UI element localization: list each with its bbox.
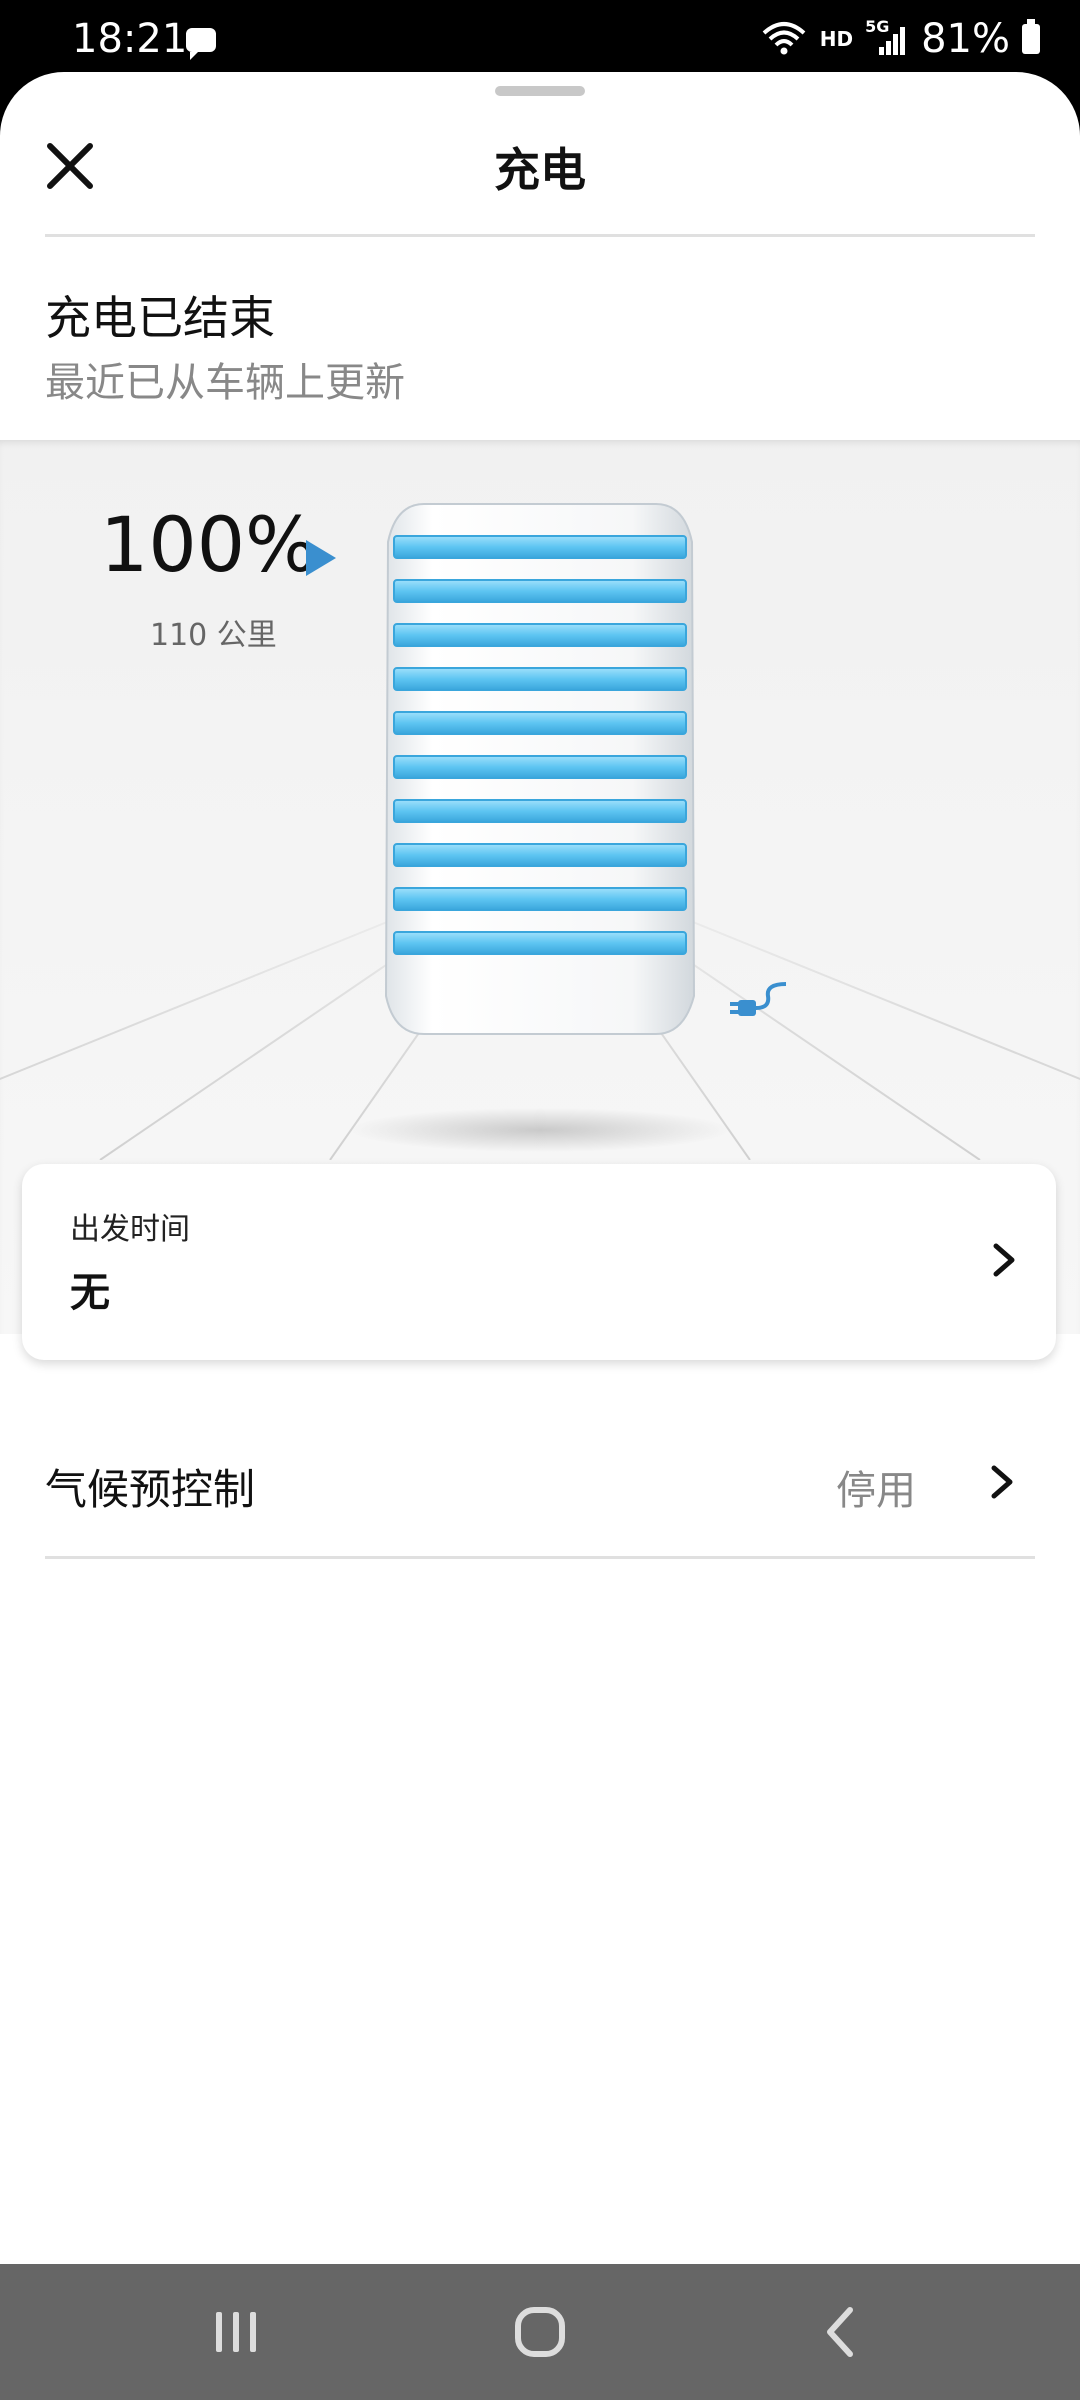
battery-level-bar xyxy=(393,667,687,691)
plug-connected-icon xyxy=(730,982,787,1016)
departure-time-label: 出发时间 xyxy=(70,1212,190,1247)
battery-level-bar xyxy=(393,755,687,779)
back-icon[interactable] xyxy=(812,2302,872,2362)
page-title: 充电 xyxy=(494,143,586,197)
remaining-range: 110 公里 xyxy=(150,618,277,653)
battery-level-bar xyxy=(393,931,687,955)
message-notification-icon xyxy=(186,28,216,60)
wifi-icon xyxy=(762,22,806,55)
charging-status-title: 充电已结束 xyxy=(45,291,275,345)
battery-level-bar xyxy=(393,535,687,559)
battery-level-bar xyxy=(393,843,687,867)
departure-time-card[interactable]: 出发时间 无 xyxy=(22,1164,1056,1360)
battery-level-bar xyxy=(393,799,687,823)
chevron-right-icon xyxy=(991,1465,1013,1499)
battery-level-bar xyxy=(393,887,687,911)
status-indicators: HD 5G 81% xyxy=(760,14,1040,64)
sheet-grabber-handle[interactable] xyxy=(495,86,585,96)
charge-percentage: 100% xyxy=(100,500,318,589)
hd-voice-indicator: HD xyxy=(819,27,854,51)
recent-apps-icon[interactable] xyxy=(206,2302,266,2362)
battery-percent: 81% xyxy=(921,16,1010,62)
signal-bars-icon xyxy=(879,27,906,55)
battery-graphic xyxy=(384,503,696,1035)
climate-preconditioning-label: 气候预控制 xyxy=(45,1465,256,1514)
climate-row-divider xyxy=(45,1556,1035,1559)
battery-level-bar xyxy=(393,711,687,735)
status-time: 18:21 xyxy=(72,16,188,62)
system-navigation-bar xyxy=(0,2264,1080,2400)
cell-signal: 5G xyxy=(865,17,909,57)
header-divider xyxy=(45,234,1035,237)
climate-preconditioning-value: 停用 xyxy=(836,1468,916,1514)
charging-status-subtitle: 最近已从车辆上更新 xyxy=(45,360,405,406)
battery-level-bar xyxy=(393,579,687,603)
charge-level-pointer-icon xyxy=(306,540,336,576)
home-icon[interactable] xyxy=(510,2302,570,2362)
charging-sheet: 充电 充电已结束 最近已从车辆上更新 100% 110 公里 出发时间 无 气候… xyxy=(0,72,1080,2264)
chevron-right-icon xyxy=(993,1243,1015,1277)
battery-icon xyxy=(1022,19,1040,54)
battery-level-bar xyxy=(393,623,687,647)
departure-time-value: 无 xyxy=(70,1270,110,1316)
status-bar: 18:21 HD 5G 81% xyxy=(0,0,1080,78)
